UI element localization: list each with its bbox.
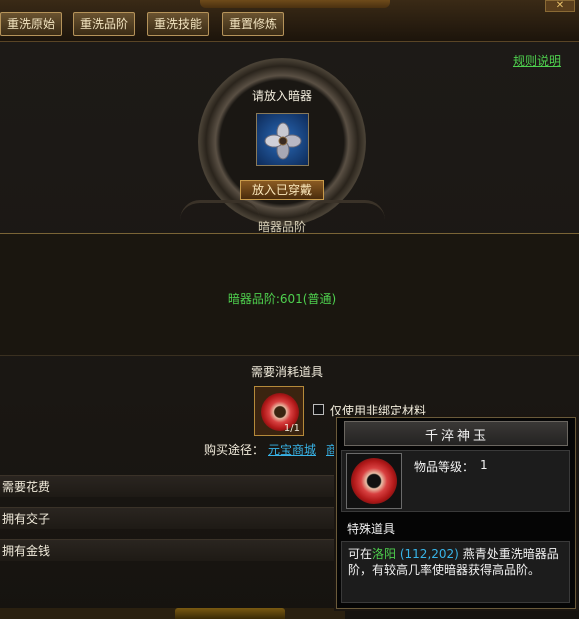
cost-label: 需要花费 [2, 480, 51, 494]
item-level-value: 1 [480, 458, 488, 472]
insert-prompt: 请放入暗器 [251, 89, 312, 103]
hidden-weapon-slot[interactable] [256, 113, 309, 166]
insert-equipped-button[interactable]: 放入已穿戴 [240, 180, 324, 200]
purchase-route-label: 购买途径： [204, 443, 265, 457]
bottom-banner [175, 608, 285, 619]
desc-location: 洛阳 [372, 547, 397, 561]
jiaozi-label: 拥有交子 [2, 512, 51, 526]
top-bar: ✕ 重洗原始 重洗品阶 重洗技能 重置修炼 [0, 0, 579, 42]
unbound-only-checkbox[interactable] [313, 404, 324, 415]
money-row: 拥有金钱 [0, 539, 345, 561]
desc-coordinates: (112,202) [399, 547, 459, 561]
close-button[interactable]: ✕ [545, 0, 575, 12]
item-tooltip: 千淬神玉 物品等级： 1 特殊道具 可在洛阳 (112,202) 燕青处重洗暗器… [336, 417, 576, 609]
item-level-label: 物品等级： [414, 460, 475, 474]
tab-reset-cultivation[interactable]: 重置修炼 [222, 12, 285, 36]
ring-wing-right [305, 200, 385, 220]
grade-value: 暗器品阶:601(普通) [227, 292, 337, 306]
item-type: 特殊道具 [347, 522, 396, 536]
rules-link[interactable]: 规则说明 [513, 52, 561, 69]
cost-row: 需要花费 [0, 475, 345, 497]
tab-reroll-grade[interactable]: 重洗品阶 [73, 12, 136, 36]
consume-title: 需要消耗道具 [250, 365, 323, 379]
window-title-strip [200, 0, 390, 8]
grade-header: 暗器品阶 [257, 220, 306, 234]
material-slot[interactable]: 1/1 [254, 386, 304, 436]
item-description: 可在洛阳 (112,202) 燕青处重洗暗器品阶，有较高几率使暗器获得高品阶。 [341, 541, 570, 603]
tooltip-title-bar: 千淬神玉 [344, 421, 568, 446]
money-label: 拥有金钱 [2, 544, 51, 558]
tab-reroll-skill[interactable]: 重洗技能 [147, 12, 210, 36]
jiaozi-row: 拥有交子 [0, 507, 345, 529]
material-count: 1/1 [283, 423, 300, 434]
tooltip-title: 千淬神玉 [424, 429, 489, 444]
tooltip-icon-box: 物品等级： 1 [341, 450, 570, 512]
bottom-strip [0, 608, 345, 619]
desc-prefix: 可在 [348, 547, 373, 561]
jade-disc-icon [351, 458, 397, 504]
ring-wing-left [180, 200, 260, 220]
hidden-weapon-icon [264, 122, 302, 160]
tooltip-item-frame [346, 453, 402, 509]
yuanbao-shop-link[interactable]: 元宝商城 [268, 441, 316, 458]
tab-reroll-original[interactable]: 重洗原始 [0, 12, 63, 36]
